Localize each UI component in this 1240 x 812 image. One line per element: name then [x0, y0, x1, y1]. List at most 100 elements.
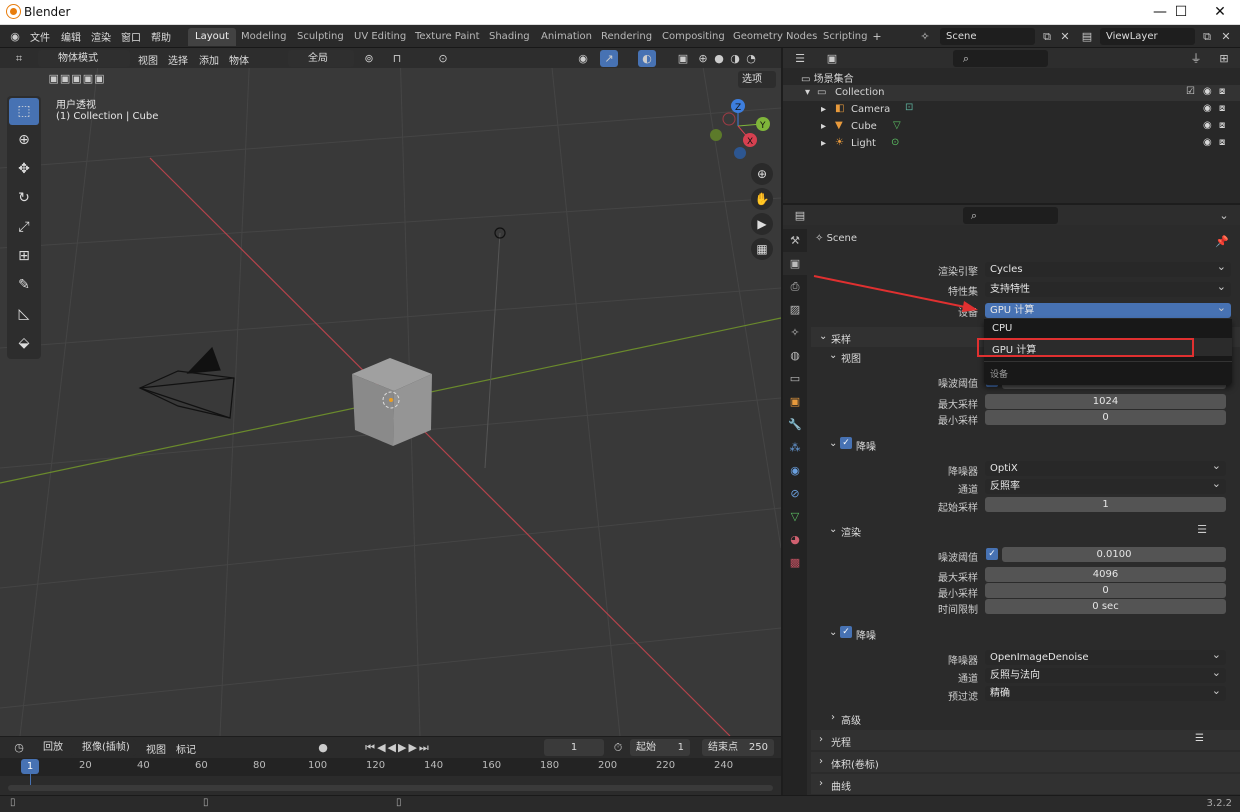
- tab-rendering[interactable]: Rendering: [594, 28, 659, 46]
- collection-render-icon[interactable]: ⧇: [1219, 86, 1225, 97]
- presets-list-icon[interactable]: ☰: [1193, 521, 1211, 538]
- expand-icon[interactable]: ▾: [805, 87, 810, 98]
- light-paths-panel-header[interactable]: › 光程 ☰: [811, 730, 1240, 750]
- light-render-icon[interactable]: ⧇: [1219, 137, 1225, 148]
- r-max-samples-field[interactable]: 4096: [985, 567, 1226, 582]
- particles-tab-icon[interactable]: ⁂: [783, 436, 807, 459]
- timeline-marker-menu[interactable]: 标记: [176, 741, 196, 756]
- collapse-icon[interactable]: ⌄: [829, 627, 837, 638]
- viewport-menu-add[interactable]: 添加: [199, 52, 219, 67]
- overlay-toggle-icon[interactable]: ◐: [638, 50, 656, 67]
- camera-view-icon[interactable]: ▶: [751, 213, 773, 235]
- tab-shading[interactable]: Shading: [482, 28, 537, 46]
- timeline-view-menu[interactable]: 视图: [146, 741, 166, 756]
- menu-edit[interactable]: 编辑: [61, 29, 81, 44]
- playback-menu[interactable]: 回放: [40, 739, 74, 756]
- viewport-subpanel-title[interactable]: 视图: [841, 350, 861, 365]
- rendered-shading-icon[interactable]: ◔: [742, 50, 760, 67]
- menu-help[interactable]: 帮助: [151, 29, 171, 44]
- add-cube-tool-icon[interactable]: ⬙: [9, 330, 39, 357]
- transform-tool-icon[interactable]: ⊞: [9, 243, 39, 270]
- start-frame-field[interactable]: 起始 1: [630, 739, 690, 756]
- r-min-samples-field[interactable]: 0: [985, 583, 1226, 598]
- outliner-editor-icon[interactable]: ☰: [791, 50, 809, 67]
- rotate-tool-icon[interactable]: ↻: [9, 185, 39, 212]
- cursor-tool-icon[interactable]: ⊕: [9, 127, 39, 154]
- end-frame-field[interactable]: 结束点 250: [702, 739, 774, 756]
- r-noise-field[interactable]: 0.0100: [1002, 547, 1226, 562]
- world-tab-icon[interactable]: ◍: [783, 344, 807, 367]
- tab-geometry-nodes[interactable]: Geometry Nodes: [726, 28, 824, 46]
- outliner-row-cube[interactable]: ▸ ▼ Cube ▽ ◉ ⧇: [783, 119, 1240, 135]
- move-tool-icon[interactable]: ✥: [9, 156, 39, 183]
- menu-file[interactable]: 文件: [30, 29, 50, 44]
- pin-icon[interactable]: 📌: [1213, 233, 1231, 250]
- vp-denoiser-select[interactable]: OptiX: [985, 458, 1226, 476]
- texture-tab-icon[interactable]: ▩: [783, 551, 807, 574]
- light-eye-icon[interactable]: ◉: [1203, 137, 1212, 148]
- transform-orientation-select[interactable]: 全局: [288, 50, 354, 67]
- timeline-editor-icon[interactable]: ◷: [10, 739, 28, 756]
- render-subpanel-title[interactable]: 渲染: [841, 524, 861, 539]
- filter-icon[interactable]: ⏚: [1187, 50, 1205, 67]
- viewport-menu-object[interactable]: 物体: [229, 52, 249, 67]
- menu-window[interactable]: 窗口: [121, 29, 141, 44]
- expand-icon[interactable]: ▸: [821, 104, 826, 115]
- outliner-row-camera[interactable]: ▸ ◧ Camera ⊡ ◉ ⧇: [783, 102, 1240, 118]
- object-tab-icon[interactable]: ▣: [783, 390, 807, 413]
- render-engine-select[interactable]: Cycles: [985, 259, 1231, 277]
- current-frame-field[interactable]: 1: [544, 739, 604, 756]
- new-view-layer-icon[interactable]: ⧉: [1198, 28, 1216, 45]
- scene-icon[interactable]: ✧: [916, 28, 934, 45]
- perspective-grid-icon[interactable]: ▦: [751, 238, 773, 260]
- 3d-viewport[interactable]: Z Y X ⌗ 物体模式 视图 选择 添加 物体 全局 ⊚ ⊓ ⊙ ◉ ↗ ◐ …: [0, 48, 781, 736]
- cube-eye-icon[interactable]: ◉: [1203, 120, 1212, 131]
- visibility-icon[interactable]: ◉: [574, 50, 592, 67]
- collapse-icon[interactable]: ⌄: [829, 524, 837, 535]
- collection-checkbox-icon[interactable]: ☑: [1186, 86, 1195, 97]
- mode-select[interactable]: 物体模式: [38, 50, 130, 67]
- tab-modeling[interactable]: Modeling: [234, 28, 294, 46]
- r-time-limit-field[interactable]: 0 sec: [985, 599, 1226, 614]
- presets-list-icon[interactable]: ☰: [1195, 733, 1204, 744]
- menu-render[interactable]: 渲染: [91, 29, 111, 44]
- feature-set-select[interactable]: 支持特性: [985, 279, 1231, 297]
- viewport-menu-select[interactable]: 选择: [168, 52, 188, 67]
- tool-tab-icon[interactable]: ⚒: [783, 229, 807, 252]
- outliner-row-light[interactable]: ▸ ☀ Light ⊙ ◉ ⧇: [783, 136, 1240, 152]
- scene-field[interactable]: Scene: [940, 28, 1035, 45]
- expand-icon[interactable]: ▸: [821, 121, 826, 132]
- options-button[interactable]: 选项: [738, 71, 776, 88]
- timeline-scrollbar[interactable]: [8, 785, 773, 791]
- display-mode-icon[interactable]: ▣: [823, 50, 841, 67]
- pivot-icon[interactable]: ⊚: [360, 50, 378, 67]
- collection-tab-icon[interactable]: ▭: [783, 367, 807, 390]
- material-tab-icon[interactable]: ◕: [783, 528, 807, 551]
- zoom-icon[interactable]: ⊕: [751, 163, 773, 185]
- modifier-tab-icon[interactable]: 🔧: [783, 413, 807, 436]
- r-prefilter-select[interactable]: 精确: [985, 683, 1226, 701]
- close-button[interactable]: ✕: [1200, 0, 1240, 25]
- tab-scripting[interactable]: Scripting: [816, 28, 874, 46]
- expand-icon[interactable]: ›: [831, 712, 835, 723]
- viewport-menu-view[interactable]: 视图: [138, 52, 158, 67]
- vp-min-samples-field[interactable]: 0: [985, 410, 1226, 425]
- camera-eye-icon[interactable]: ◉: [1203, 103, 1212, 114]
- remove-scene-icon[interactable]: ✕: [1056, 28, 1074, 45]
- keying-menu[interactable]: 抠像(插帧): [80, 739, 136, 756]
- collapse-icon[interactable]: ⌄: [829, 438, 837, 449]
- r-pass-select[interactable]: 反照与法向: [985, 665, 1226, 683]
- scale-tool-icon[interactable]: ⤢: [9, 214, 39, 241]
- collapse-icon[interactable]: ⌄: [829, 350, 837, 361]
- maximize-button[interactable]: ☐: [1161, 0, 1201, 25]
- r-noise-checkbox[interactable]: ✓: [986, 548, 998, 560]
- gizmo-toggle-icon[interactable]: ↗: [600, 50, 618, 67]
- vp-denoise-checkbox[interactable]: ✓: [840, 437, 852, 449]
- tab-texture-paint[interactable]: Texture Paint: [408, 28, 487, 46]
- blender-menu-icon[interactable]: ◉: [6, 28, 24, 45]
- curves-panel-header[interactable]: › 曲线: [811, 774, 1240, 794]
- tab-compositing[interactable]: Compositing: [655, 28, 732, 46]
- new-collection-icon[interactable]: ⊞: [1215, 50, 1233, 67]
- new-scene-icon[interactable]: ⧉: [1038, 28, 1056, 45]
- vp-max-samples-field[interactable]: 1024: [985, 394, 1226, 409]
